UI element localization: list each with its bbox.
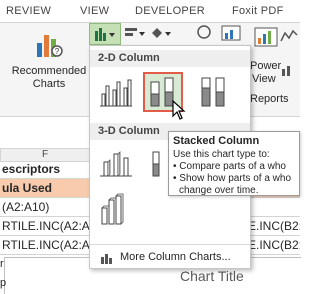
tab-developer[interactable]: DEVELOPER — [135, 5, 205, 17]
cell-edge-char-1: r — [0, 258, 4, 270]
tooltip-title: Stacked Column — [173, 135, 260, 147]
power-view-label-1: Power — [250, 60, 282, 72]
tab-foxit-pdf[interactable]: Foxit PDF — [232, 5, 284, 17]
ribbon-tab-bar: REVIEW VIEW DEVELOPER Foxit PDF — [0, 0, 300, 23]
tooltip-line-4: change over time. — [179, 185, 259, 196]
more-column-charts-label: More Column Charts... — [120, 251, 231, 263]
waterfall-chart-icon[interactable] — [150, 26, 172, 45]
pivot-chart-icon[interactable] — [221, 25, 241, 46]
cell-formula-used: ula Used — [2, 181, 53, 195]
cell-a2-a10: (A2:A10) — [2, 200, 50, 214]
maps-icon[interactable] — [197, 25, 211, 44]
section-2d-column: 2-D Column — [90, 50, 250, 67]
column-chart-icon — [94, 27, 116, 46]
tab-view[interactable]: VIEW — [80, 5, 109, 17]
cell-quartile-inc-1: RTILE.INC(A2:A1 — [2, 219, 97, 233]
stacked-column-tooltip: Stacked Column Use this chart type to: •… — [168, 131, 300, 196]
cell-descriptors: escriptors — [2, 162, 61, 176]
100-percent-stacked-column-option[interactable] — [194, 72, 234, 112]
3d-clustered-column-option[interactable] — [96, 144, 136, 184]
cell-edge-char-2: p — [0, 277, 7, 289]
sparkline-icon[interactable] — [280, 29, 298, 48]
mouse-cursor-icon — [172, 99, 186, 125]
tab-review[interactable]: REVIEW — [6, 5, 51, 17]
more-column-charts-item[interactable]: More Column Charts... — [90, 244, 250, 268]
recommended-charts-button[interactable]: ? Recommended Charts — [10, 27, 88, 111]
cell-quartile-inc-right-1: E.INC(B2: — [248, 219, 300, 233]
cell-quartile-inc-right-2: E.INC(B2: — [248, 238, 300, 252]
clustered-column-option[interactable] — [96, 72, 136, 112]
reports-group-label: Reports — [250, 93, 289, 105]
tooltip-line-3: • Show how parts of a who — [173, 173, 292, 184]
tooltip-line-2: • Compare parts of a who — [173, 161, 286, 172]
cell-quartile-inc-2: RTILE.INC(A2:A1 — [2, 238, 97, 252]
recommended-charts-icon: ? — [35, 29, 63, 65]
3d-column-option[interactable] — [96, 190, 136, 230]
column-chart-small-icon — [100, 250, 114, 268]
svg-text:?: ? — [55, 47, 60, 56]
power-view-label-2: View — [252, 73, 276, 85]
chart-title[interactable]: Chart Title — [180, 268, 244, 284]
power-view-icon[interactable] — [254, 26, 278, 55]
recommended-charts-label-2: Charts — [32, 78, 66, 90]
tooltip-line-1: Use this chart type to: — [173, 149, 270, 160]
sparkline-icon-2[interactable] — [280, 63, 298, 82]
column-chart-dropdown-button[interactable] — [89, 23, 121, 45]
recommended-charts-label-1: Recommended — [11, 65, 87, 77]
hierarchy-chart-icon[interactable] — [124, 26, 146, 45]
